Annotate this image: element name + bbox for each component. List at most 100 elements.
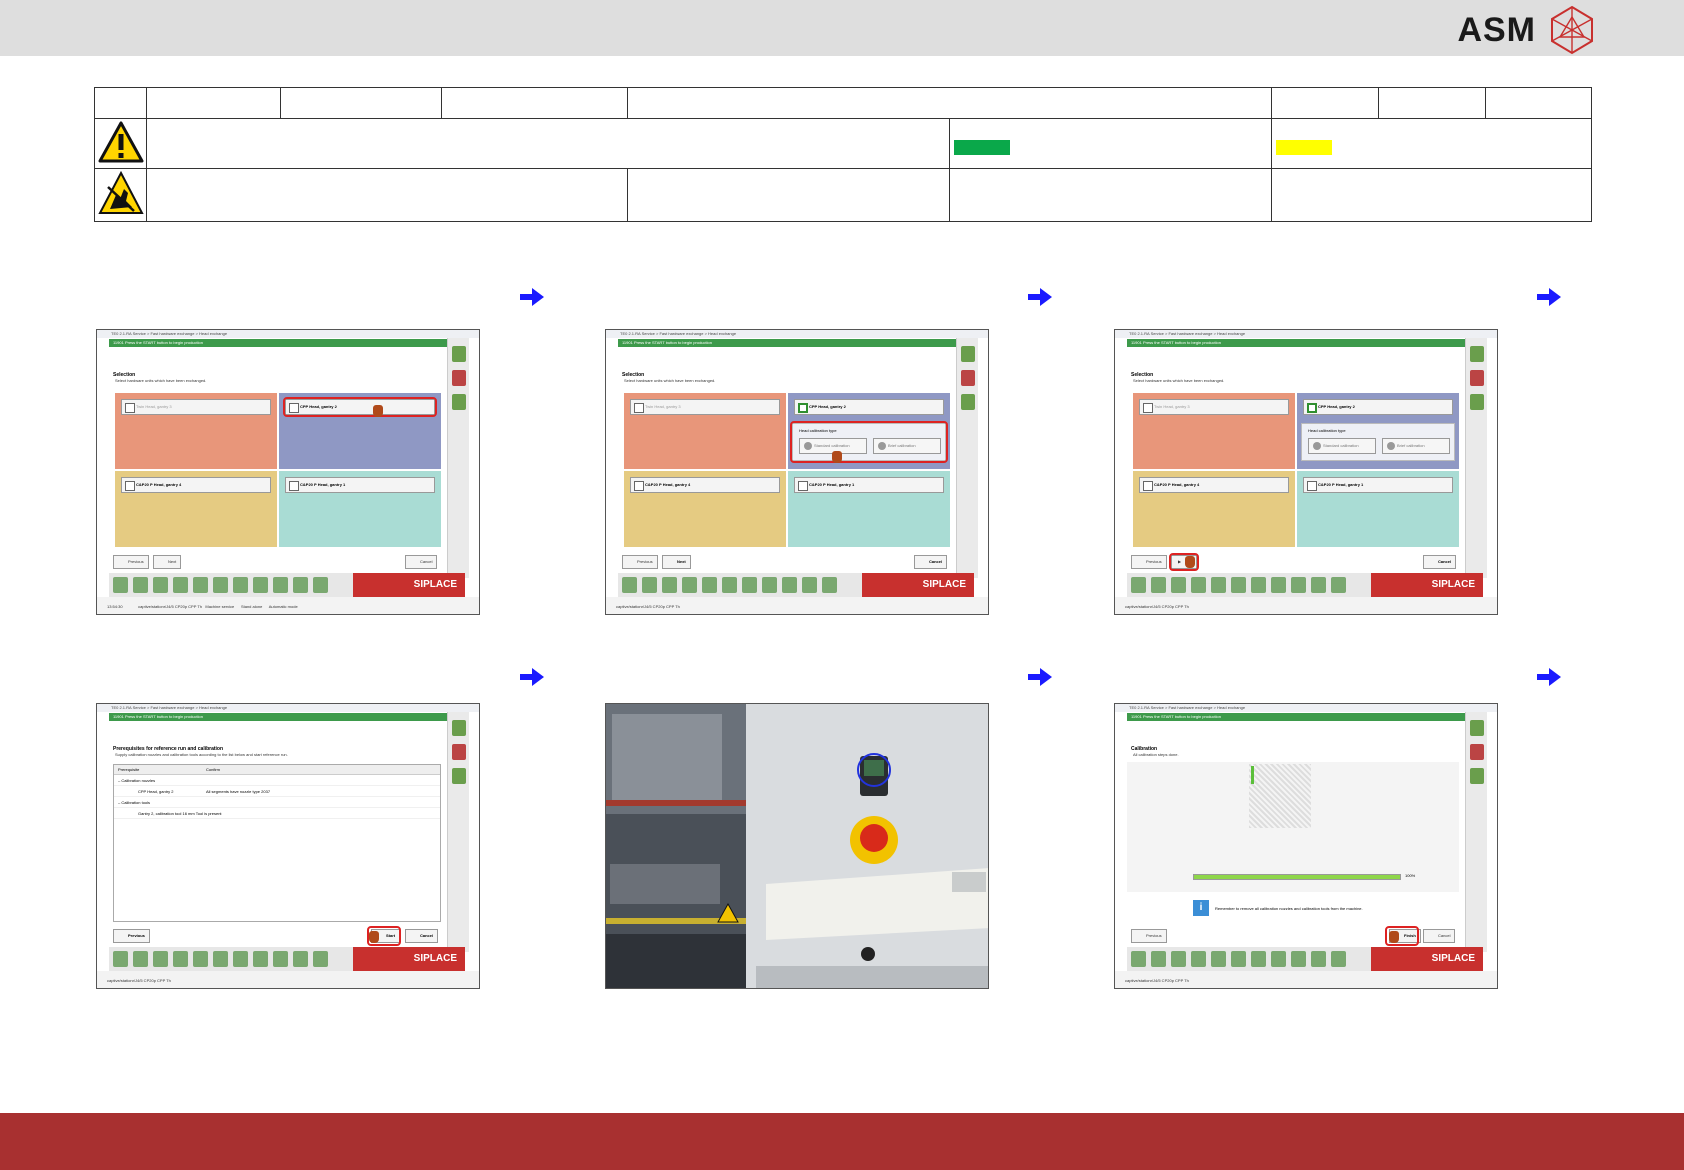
calibration-pattern (1249, 764, 1311, 828)
cpp-head-checkbox[interactable]: CPP Head, gantry 2 (1303, 399, 1453, 415)
task-icon[interactable] (113, 577, 128, 593)
previous-button[interactable]: Previous (113, 929, 150, 943)
task-icon[interactable] (1131, 577, 1146, 593)
cp20-gantry4-checkbox[interactable]: C&P20 P Head, gantry 4 (630, 477, 780, 493)
tool-icon (1469, 768, 1484, 784)
gantry-1-panel: C&P20 P Head, gantry 1 (788, 471, 950, 547)
standard-calibration-radio[interactable]: Standard calibration (1308, 438, 1376, 454)
table-row[interactable]: – Calibration tools (114, 797, 440, 808)
table-row[interactable]: – Calibration nozzles (114, 775, 440, 786)
task-icon[interactable] (1211, 577, 1226, 593)
task-icon[interactable] (253, 577, 268, 593)
task-icon[interactable] (1191, 577, 1206, 593)
task-icon[interactable] (153, 951, 168, 967)
row-label: Gantry 2, calibration tool 16 mm (138, 811, 195, 816)
row-label: Calibration tools (121, 800, 151, 805)
previous-button[interactable]: Previous (622, 555, 658, 569)
task-icon[interactable] (213, 951, 228, 967)
task-icon[interactable] (622, 577, 637, 593)
task-icon[interactable] (313, 951, 328, 967)
task-icon[interactable] (173, 951, 188, 967)
table-cell (94, 87, 147, 119)
previous-button[interactable]: Previous (1131, 555, 1167, 569)
task-icon[interactable] (1331, 951, 1346, 967)
task-icon[interactable] (293, 951, 308, 967)
gantry-3-panel: Twin Head, gantry 3 (624, 393, 786, 469)
previous-button[interactable]: Previous (1131, 929, 1167, 943)
twin-head-checkbox[interactable]: Twin Head, gantry 3 (630, 399, 780, 415)
task-icon[interactable] (1211, 951, 1226, 967)
next-button[interactable]: Next (153, 555, 182, 569)
cp20-gantry4-checkbox[interactable]: C&P20 P Head, gantry 4 (1139, 477, 1289, 493)
cp20-gantry1-checkbox[interactable]: C&P20 P Head, gantry 1 (794, 477, 944, 493)
cancel-button[interactable]: Cancel (405, 929, 439, 943)
gantry-4-panel: C&P20 P Head, gantry 4 (624, 471, 786, 547)
task-icon[interactable] (702, 577, 717, 593)
screenshot-step-1: TE0 2.1.RA Service > Fast hardware excha… (96, 329, 480, 615)
cpp-head-checkbox[interactable]: CPP Head, gantry 2 (794, 399, 944, 415)
cancel-button[interactable]: Cancel (914, 555, 948, 569)
task-icon[interactable] (1191, 951, 1206, 967)
task-icon[interactable] (762, 577, 777, 593)
task-icon[interactable] (133, 951, 148, 967)
task-icon[interactable] (1331, 577, 1346, 593)
task-icon[interactable] (1271, 951, 1286, 967)
window-title: TE0 2.1.RA Service > Fast hardware excha… (606, 330, 988, 338)
task-icon[interactable] (153, 577, 168, 593)
task-icon[interactable] (1271, 577, 1286, 593)
task-icon[interactable] (662, 577, 677, 593)
task-icon[interactable] (1251, 951, 1266, 967)
progress-label: 100% (1405, 873, 1416, 878)
task-icon[interactable] (1171, 577, 1186, 593)
task-icon[interactable] (173, 577, 188, 593)
task-icon[interactable] (682, 577, 697, 593)
task-icon[interactable] (133, 577, 148, 593)
selection-subtitle: Select hardware units which have been ex… (1133, 378, 1225, 383)
brief-calibration-radio[interactable]: Brief calibration (1382, 438, 1450, 454)
task-icon[interactable] (1151, 951, 1166, 967)
task-icon[interactable] (253, 951, 268, 967)
task-icon[interactable] (193, 577, 208, 593)
task-icon[interactable] (273, 951, 288, 967)
cancel-button[interactable]: Cancel (405, 555, 438, 569)
twin-head-checkbox[interactable]: Twin Head, gantry 3 (121, 399, 271, 415)
task-icon[interactable] (722, 577, 737, 593)
machine-photo (605, 703, 989, 989)
task-icon[interactable] (273, 577, 288, 593)
twin-head-checkbox[interactable]: Twin Head, gantry 3 (1139, 399, 1289, 415)
cancel-button[interactable]: Cancel (1423, 929, 1456, 943)
task-icon[interactable] (1291, 951, 1306, 967)
highlight-ring (790, 421, 948, 463)
row-label: Calibration nozzles (121, 778, 156, 783)
task-icon[interactable] (782, 577, 797, 593)
task-icon[interactable] (1231, 577, 1246, 593)
task-icon[interactable] (1131, 951, 1146, 967)
task-icon[interactable] (1311, 577, 1326, 593)
task-icon[interactable] (1151, 577, 1166, 593)
calibration-subtitle: All calibration steps done. (1133, 752, 1179, 757)
task-icon[interactable] (642, 577, 657, 593)
task-icon[interactable] (1251, 577, 1266, 593)
task-icon[interactable] (1231, 951, 1246, 967)
status-mode: Machine service (205, 604, 235, 609)
task-icon[interactable] (113, 951, 128, 967)
task-icon[interactable] (802, 577, 817, 593)
task-icon[interactable] (742, 577, 757, 593)
next-button[interactable]: Next (662, 555, 691, 569)
task-icon[interactable] (1171, 951, 1186, 967)
task-icon[interactable] (293, 577, 308, 593)
task-icon[interactable] (1311, 951, 1326, 967)
tool-icon (451, 720, 466, 736)
task-icon[interactable] (1291, 577, 1306, 593)
cp20-gantry1-checkbox[interactable]: C&P20 P Head, gantry 1 (1303, 477, 1453, 493)
task-icon[interactable] (233, 577, 248, 593)
task-icon[interactable] (233, 951, 248, 967)
task-icon[interactable] (193, 951, 208, 967)
task-icon[interactable] (822, 577, 837, 593)
cancel-button[interactable]: Cancel (1423, 555, 1457, 569)
cp20-gantry1-checkbox[interactable]: C&P20 P Head, gantry 1 (285, 477, 435, 493)
previous-button[interactable]: Previous (113, 555, 149, 569)
task-icon[interactable] (313, 577, 328, 593)
task-icon[interactable] (213, 577, 228, 593)
cp20-gantry4-checkbox[interactable]: C&P20 P Head, gantry 4 (121, 477, 271, 493)
